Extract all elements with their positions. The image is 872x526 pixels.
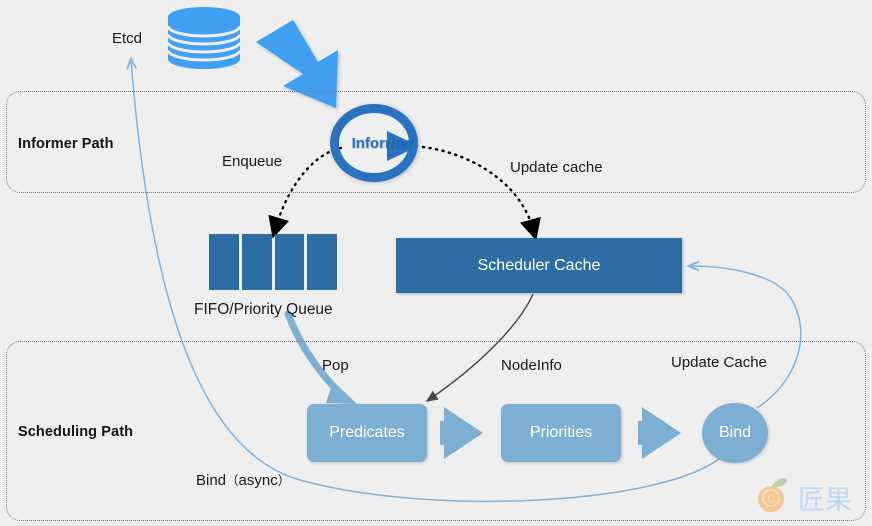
queue-cell — [209, 234, 239, 290]
priorities-box: Priorities — [501, 404, 621, 462]
fifo-priority-queue — [209, 234, 337, 290]
enqueue-label: Enqueue — [222, 153, 283, 170]
scheduling-path-label: Scheduling Path — [18, 424, 134, 440]
bind-circle: Bind — [702, 403, 768, 463]
bind-async-label: Bind（async） — [196, 470, 290, 489]
database-icon — [166, 5, 242, 71]
informer-path-label: Informer Path — [18, 136, 114, 152]
bind-async-suffix: async — [238, 472, 278, 489]
priorities-label: Priorities — [529, 424, 593, 441]
orange-fruit-logo-icon: C — [758, 478, 788, 512]
etcd-label: Etcd — [112, 30, 143, 47]
pop-label: Pop — [322, 357, 349, 374]
update-cache-top-label: Update cache — [510, 159, 603, 176]
informer-path-region — [6, 91, 866, 193]
queue-cell — [274, 234, 305, 290]
predicates-box: Predicates — [307, 404, 427, 462]
watermark-text: 匠果 — [798, 485, 852, 516]
watermark: C 匠果 — [752, 474, 862, 516]
queue-cell — [241, 234, 272, 290]
nodeinfo-label: NodeInfo — [501, 357, 562, 374]
bind-async-close-paren: ） — [277, 474, 291, 488]
update-cache-bottom-label: Update Cache — [671, 354, 767, 371]
queue-cell — [307, 234, 337, 290]
informer-label: Informer — [351, 135, 413, 152]
predicates-label: Predicates — [329, 424, 405, 441]
svg-text:C: C — [767, 493, 774, 505]
bind-label: Bind — [718, 424, 752, 441]
diagram-canvas: Informer Path Scheduling Path Etcd Infor… — [0, 0, 872, 526]
scheduler-cache-label: Scheduler Cache — [477, 256, 601, 274]
bind-async-main: Bind — [196, 472, 227, 489]
scheduler-cache-box: Scheduler Cache — [396, 238, 682, 293]
fifo-priority-queue-label: FIFO/Priority Queue — [194, 301, 333, 318]
bind-async-open-paren: （ — [226, 474, 239, 488]
